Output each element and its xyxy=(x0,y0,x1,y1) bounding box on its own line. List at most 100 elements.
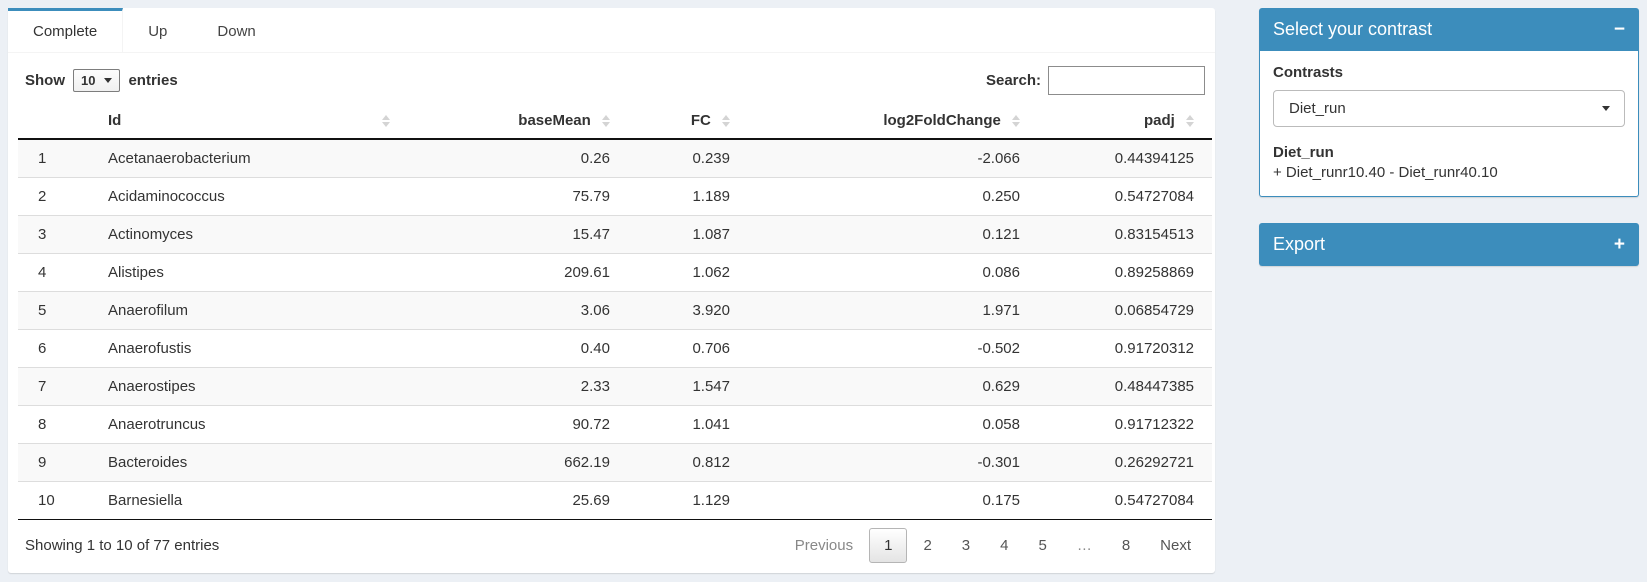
table-row: 10Barnesiella25.691.1290.1750.54727084 xyxy=(18,482,1212,520)
page-button-2[interactable]: 2 xyxy=(909,529,945,562)
pagination: Previous12345…8Next xyxy=(779,528,1205,563)
search-label: Search: xyxy=(986,72,1041,89)
id-cell: Alistipes xyxy=(90,254,398,292)
id-cell: Acidaminococcus xyxy=(90,178,398,216)
id-cell: Anaerofilum xyxy=(90,292,398,330)
log2fc-cell: 0.058 xyxy=(748,406,1038,444)
column-header-log2foldchange[interactable]: log2FoldChange xyxy=(748,103,1038,139)
table-row: 3Actinomyces15.471.0870.1210.83154513 xyxy=(18,216,1212,254)
length-suffix-label: entries xyxy=(128,72,177,89)
table-row: 6Anaerofustis0.400.706-0.5020.91720312 xyxy=(18,330,1212,368)
fc-cell: 1.547 xyxy=(628,368,748,406)
tab-complete[interactable]: Complete xyxy=(8,8,123,52)
page-button-5[interactable]: 5 xyxy=(1024,529,1060,562)
table-header-row: Id baseMean FC log2FoldChange padj xyxy=(18,103,1212,139)
page-button-ellipsis: … xyxy=(1063,529,1106,562)
padj-cell: 0.26292721 xyxy=(1038,444,1212,482)
padj-cell: 0.91720312 xyxy=(1038,330,1212,368)
padj-cell: 0.83154513 xyxy=(1038,216,1212,254)
table-info: Showing 1 to 10 of 77 entries xyxy=(25,537,219,554)
fc-cell: 0.812 xyxy=(628,444,748,482)
page-button-4[interactable]: 4 xyxy=(986,529,1022,562)
tab-down-label: Down xyxy=(217,23,255,40)
basemean-cell: 3.06 xyxy=(398,292,628,330)
basemean-cell: 209.61 xyxy=(398,254,628,292)
tab-complete-label: Complete xyxy=(33,23,97,40)
table-row: 8Anaerotruncus90.721.0410.0580.91712322 xyxy=(18,406,1212,444)
basemean-cell: 15.47 xyxy=(398,216,628,254)
page-button-3[interactable]: 3 xyxy=(948,529,984,562)
log2fc-cell: 0.086 xyxy=(748,254,1038,292)
fc-cell: 1.041 xyxy=(628,406,748,444)
column-header-padj[interactable]: padj xyxy=(1038,103,1212,139)
search-input[interactable] xyxy=(1048,66,1205,95)
datatable-footer: Showing 1 to 10 of 77 entries Previous12… xyxy=(8,520,1215,563)
row-index-cell: 10 xyxy=(18,482,90,520)
basemean-cell: 90.72 xyxy=(398,406,628,444)
log2fc-cell: -0.502 xyxy=(748,330,1038,368)
log2fc-cell: 1.971 xyxy=(748,292,1038,330)
entries-length-control: Show 10 entries xyxy=(25,69,178,92)
id-cell: Barnesiella xyxy=(90,482,398,520)
export-panel-header[interactable]: Export + xyxy=(1259,223,1639,266)
table-row: 4Alistipes209.611.0620.0860.89258869 xyxy=(18,254,1212,292)
table-row: 1Acetanaerobacterium0.260.239-2.0660.443… xyxy=(18,139,1212,178)
log2fc-cell: 0.250 xyxy=(748,178,1038,216)
padj-cell: 0.06854729 xyxy=(1038,292,1212,330)
page-button-8[interactable]: 8 xyxy=(1108,529,1144,562)
length-prefix-label: Show xyxy=(25,72,65,89)
search-control: Search: xyxy=(986,66,1205,95)
fc-cell: 3.920 xyxy=(628,292,748,330)
padj-cell: 0.91712322 xyxy=(1038,406,1212,444)
column-header-id[interactable]: Id xyxy=(90,103,398,139)
log2fc-cell: 0.175 xyxy=(748,482,1038,520)
log2fc-cell: 0.121 xyxy=(748,216,1038,254)
sort-icon xyxy=(602,115,610,127)
sort-icon xyxy=(722,115,730,127)
basemean-cell: 25.69 xyxy=(398,482,628,520)
id-cell: Anaerostipes xyxy=(90,368,398,406)
id-cell: Anaerofustis xyxy=(90,330,398,368)
row-index-cell: 2 xyxy=(18,178,90,216)
row-index-cell: 1 xyxy=(18,139,90,178)
padj-cell: 0.54727084 xyxy=(1038,482,1212,520)
id-cell: Anaerotruncus xyxy=(90,406,398,444)
dropdown-caret-icon xyxy=(104,78,112,83)
sort-icon xyxy=(1186,115,1194,127)
contrast-panel-header[interactable]: Select your contrast − xyxy=(1259,8,1639,51)
tab-up[interactable]: Up xyxy=(123,8,192,52)
contrast-select[interactable]: Diet_run xyxy=(1273,90,1625,127)
row-index-cell: 7 xyxy=(18,368,90,406)
id-cell: Bacteroides xyxy=(90,444,398,482)
datatable-controls: Show 10 entries Search: xyxy=(8,53,1215,101)
id-cell: Acetanaerobacterium xyxy=(90,139,398,178)
fc-cell: 0.239 xyxy=(628,139,748,178)
sort-icon xyxy=(382,115,390,127)
column-header-basemean[interactable]: baseMean xyxy=(398,103,628,139)
row-index-cell: 5 xyxy=(18,292,90,330)
sort-icon xyxy=(1012,115,1020,127)
table-row: 7Anaerostipes2.331.5470.6290.48447385 xyxy=(18,368,1212,406)
page-button-1[interactable]: 1 xyxy=(869,528,907,563)
log2fc-cell: -2.066 xyxy=(748,139,1038,178)
table-row: 9Bacteroides662.190.812-0.3010.26292721 xyxy=(18,444,1212,482)
id-cell: Actinomyces xyxy=(90,216,398,254)
export-panel: Export + xyxy=(1259,223,1639,266)
contrast-panel-title: Select your contrast xyxy=(1273,19,1432,40)
row-index-cell: 9 xyxy=(18,444,90,482)
basemean-cell: 0.26 xyxy=(398,139,628,178)
log2fc-cell: 0.629 xyxy=(748,368,1038,406)
row-index-cell: 8 xyxy=(18,406,90,444)
table-body: 1Acetanaerobacterium0.260.239-2.0660.443… xyxy=(18,139,1212,520)
fc-cell: 0.706 xyxy=(628,330,748,368)
entries-length-select[interactable]: 10 xyxy=(73,69,120,92)
contrasts-label: Contrasts xyxy=(1273,64,1625,81)
expand-plus-icon[interactable]: + xyxy=(1614,235,1625,254)
contrast-panel: Select your contrast − Contrasts Diet_ru… xyxy=(1259,8,1639,197)
page-button-previous: Previous xyxy=(781,529,867,562)
page-button-next[interactable]: Next xyxy=(1146,529,1205,562)
collapse-minus-icon[interactable]: − xyxy=(1614,20,1625,39)
tab-down[interactable]: Down xyxy=(192,8,280,52)
tab-up-label: Up xyxy=(148,23,167,40)
column-header-fc[interactable]: FC xyxy=(628,103,748,139)
